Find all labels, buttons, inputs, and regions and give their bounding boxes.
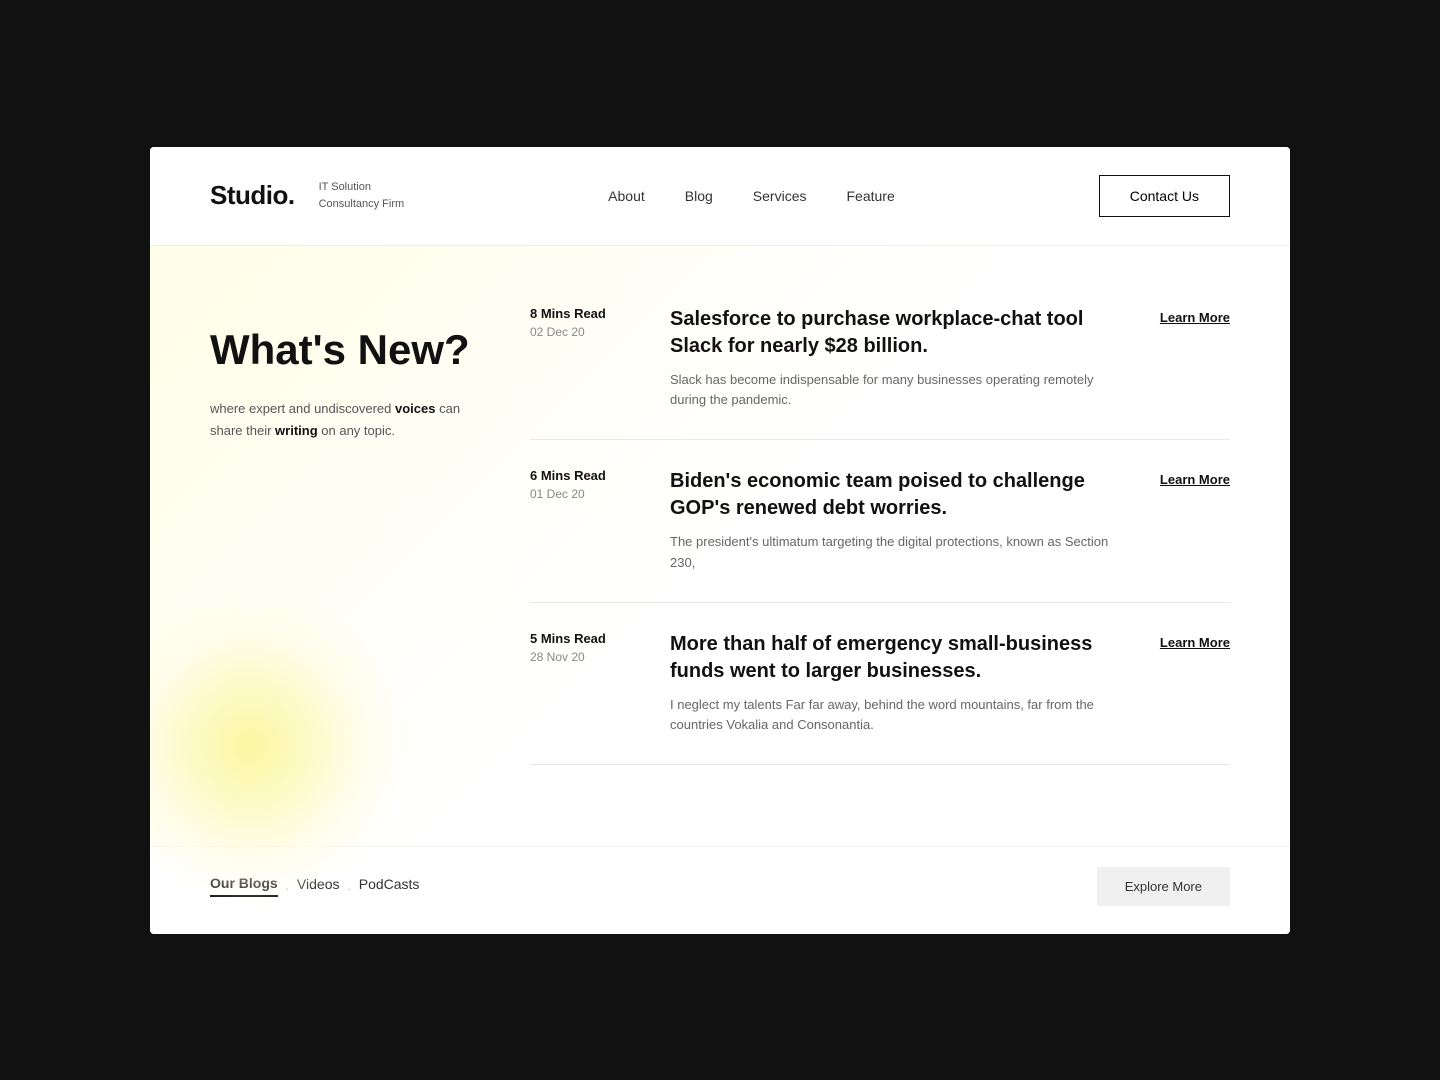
article-excerpt: The president's ultimatum targeting the …	[670, 532, 1120, 574]
main-nav: About Blog Services Feature	[608, 188, 895, 204]
section-description: where expert and undiscovered voices can…	[210, 398, 490, 442]
article-item: 8 Mins Read 02 Dec 20 Salesforce to purc…	[530, 306, 1230, 441]
nav-feature[interactable]: Feature	[846, 188, 894, 204]
tab-videos[interactable]: Videos	[297, 876, 340, 896]
bottom-tabs: Our Blogs . Videos . PodCasts Explore Mo…	[150, 846, 1290, 934]
learn-more-link[interactable]: Learn More	[1140, 306, 1230, 325]
read-time: 6 Mins Read	[530, 468, 650, 483]
article-meta: 8 Mins Read 02 Dec 20	[530, 306, 650, 339]
article-item: 5 Mins Read 28 Nov 20 More than half of …	[530, 603, 1230, 766]
page-container: Studio. IT Solution Consultancy Firm Abo…	[150, 147, 1290, 934]
read-time: 5 Mins Read	[530, 631, 650, 646]
article-title: Biden's economic team poised to challeng…	[670, 468, 1120, 522]
article-date: 01 Dec 20	[530, 487, 650, 501]
article-body: More than half of emergency small-busine…	[670, 631, 1120, 737]
main-section: What's New? where expert and undiscovere…	[150, 246, 1290, 846]
nav-blog[interactable]: Blog	[685, 188, 713, 204]
article-body: Biden's economic team poised to challeng…	[670, 468, 1120, 574]
article-meta: 5 Mins Read 28 Nov 20	[530, 631, 650, 664]
articles-panel: 8 Mins Read 02 Dec 20 Salesforce to purc…	[530, 306, 1230, 806]
nav-about[interactable]: About	[608, 188, 645, 204]
section-title: What's New?	[210, 326, 490, 374]
article-date: 28 Nov 20	[530, 650, 650, 664]
article-date: 02 Dec 20	[530, 325, 650, 339]
article-meta: 6 Mins Read 01 Dec 20	[530, 468, 650, 501]
tab-our-blogs[interactable]: Our Blogs	[210, 875, 278, 897]
read-time: 8 Mins Read	[530, 306, 650, 321]
article-title: Salesforce to purchase workplace-chat to…	[670, 306, 1120, 360]
article-item: 6 Mins Read 01 Dec 20 Biden's economic t…	[530, 440, 1230, 603]
left-panel: What's New? where expert and undiscovere…	[210, 306, 490, 806]
article-body: Salesforce to purchase workplace-chat to…	[670, 306, 1120, 412]
tabs-list: Our Blogs . Videos . PodCasts	[210, 875, 419, 897]
logo-block: Studio. IT Solution Consultancy Firm	[210, 179, 404, 212]
article-excerpt: I neglect my talents Far far away, behin…	[670, 695, 1120, 737]
nav-services[interactable]: Services	[753, 188, 807, 204]
contact-us-button[interactable]: Contact Us	[1099, 175, 1230, 217]
article-title: More than half of emergency small-busine…	[670, 631, 1120, 685]
header: Studio. IT Solution Consultancy Firm Abo…	[150, 147, 1290, 246]
learn-more-link[interactable]: Learn More	[1140, 468, 1230, 487]
explore-more-button[interactable]: Explore More	[1097, 867, 1230, 906]
logo-tagline: IT Solution Consultancy Firm	[319, 179, 405, 212]
article-excerpt: Slack has become indispensable for many …	[670, 370, 1120, 412]
tab-podcasts[interactable]: PodCasts	[359, 876, 420, 896]
logo: Studio.	[210, 180, 295, 211]
learn-more-link[interactable]: Learn More	[1140, 631, 1230, 650]
